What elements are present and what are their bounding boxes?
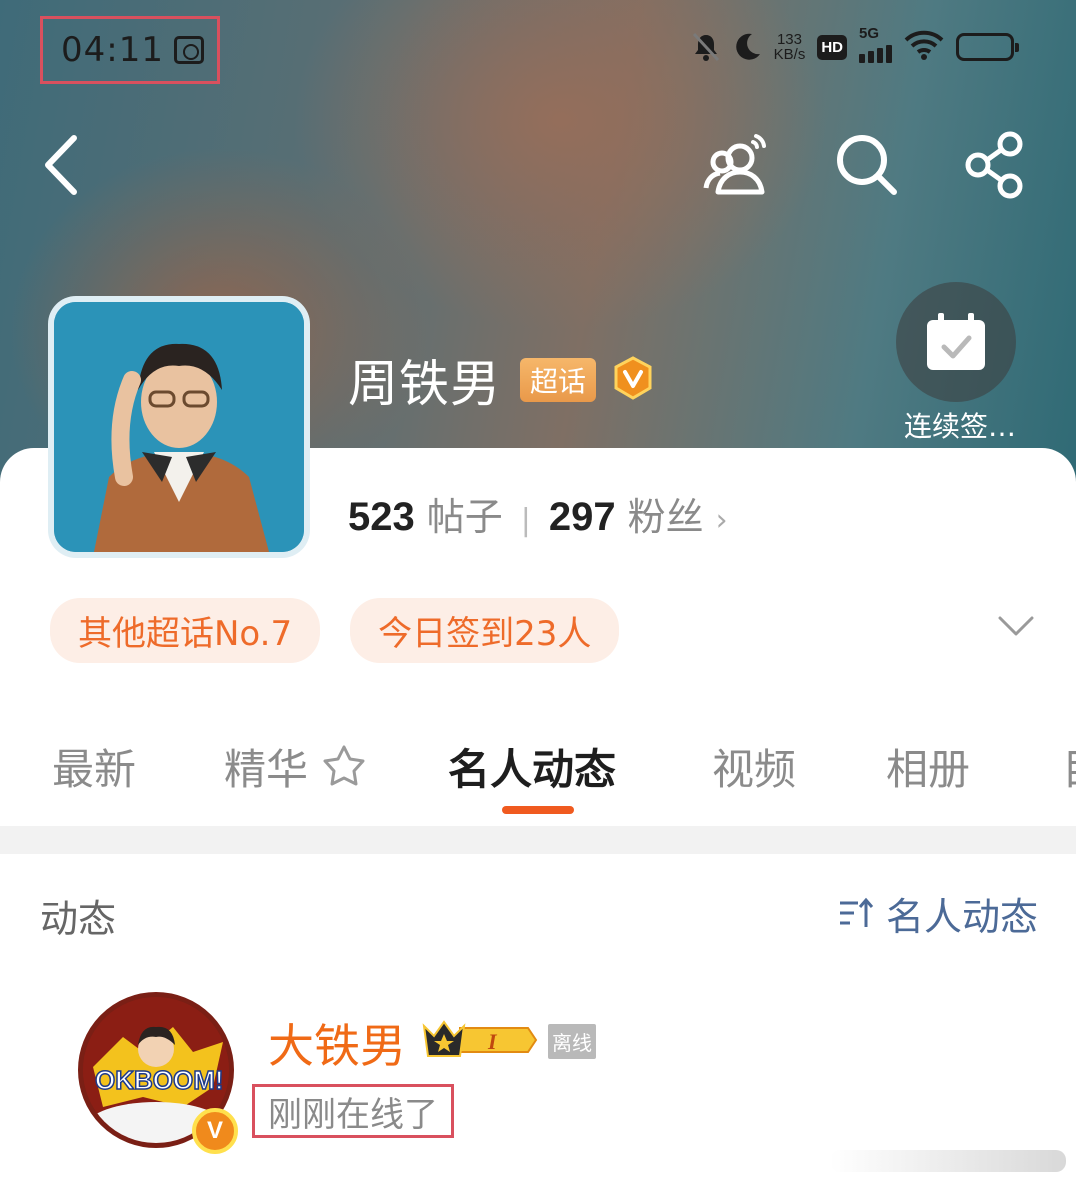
posts-count: 523 [348, 495, 415, 539]
checkin-button[interactable] [896, 282, 1016, 402]
wifi-icon [904, 30, 944, 64]
status-time: 04:11 [61, 30, 164, 70]
avatar-text: OKBOOM! [95, 1065, 224, 1095]
status-bar-icons: 133 KB/s HD 5G [692, 25, 1019, 64]
sort-label: 名人动态 [885, 895, 1038, 939]
checkin-count-tag[interactable]: 今日签到23人 [350, 598, 620, 663]
stats-divider: | [520, 503, 531, 538]
hd-badge: HD [817, 34, 847, 60]
sort-icon [839, 897, 874, 927]
signal-icon: 5G [859, 25, 892, 63]
network-speed-unit: KB/s [773, 46, 806, 63]
scroll-shadow [830, 1150, 1066, 1172]
user-level: I [487, 1029, 498, 1054]
people-chat-icon [703, 134, 766, 195]
posts-label: 帖子 [426, 495, 503, 539]
screen-record-icon [173, 36, 204, 64]
tab-featured-label: 精华 [224, 745, 309, 794]
tab-more[interactable]: 目 [1062, 736, 1076, 796]
topic-stats[interactable]: 523 帖子 | 297 粉丝 › [348, 486, 728, 541]
crown-level-badge: I [420, 1018, 540, 1062]
battery-icon [956, 33, 1019, 61]
tab-bar: 最新 精华 名人动态 视频 相册 目 [52, 736, 1076, 796]
section-title: 动态 [40, 897, 117, 941]
tab-featured[interactable]: 精华 [224, 736, 367, 796]
moon-icon [732, 32, 762, 62]
rank-tag[interactable]: 其他超话No.7 [50, 598, 321, 663]
fans-label: 粉丝 [627, 495, 704, 539]
person-portrait-icon [54, 302, 304, 552]
back-button[interactable] [38, 130, 88, 200]
verified-v-icon [612, 356, 654, 400]
expand-button[interactable] [996, 606, 1036, 646]
chevron-left-icon [45, 135, 77, 195]
verified-v-icon: V [192, 1108, 238, 1154]
group-chat-button[interactable] [700, 130, 770, 200]
mute-bell-icon [692, 32, 720, 62]
tab-album[interactable]: 相册 [886, 736, 970, 796]
online-status: 刚刚在线了 [252, 1084, 454, 1138]
section-divider [0, 826, 1076, 854]
tab-video[interactable]: 视频 [712, 736, 796, 796]
network-speed-value: 133 [776, 31, 802, 48]
active-tab-indicator [502, 806, 574, 814]
tab-celebrity[interactable]: 名人动态 [448, 736, 616, 796]
topic-name: 周铁男 [348, 355, 501, 413]
tab-latest[interactable]: 最新 [52, 736, 136, 796]
fans-count: 297 [548, 495, 616, 539]
network-speed: 133 KB/s [774, 32, 806, 62]
user-name[interactable]: 大铁男 [268, 1010, 406, 1076]
search-icon [837, 135, 897, 195]
super-topic-badge: 超话 [520, 358, 597, 402]
sort-button[interactable]: 名人动态 [838, 886, 1038, 941]
diamond-star-icon [323, 745, 365, 786]
topic-tags: 其他超话No.7 今日签到23人 [50, 598, 620, 663]
share-button[interactable] [962, 130, 1032, 200]
search-button[interactable] [832, 130, 902, 200]
chevron-down-icon [998, 616, 1034, 636]
share-icon [965, 131, 1023, 199]
topic-avatar[interactable] [48, 296, 310, 558]
calendar-check-icon [927, 313, 985, 370]
network-type: 5G [859, 25, 880, 42]
checkin-label[interactable]: 连续签… [880, 405, 1040, 445]
offline-badge: 离线 [548, 1024, 596, 1059]
chevron-right-icon: › [715, 503, 728, 538]
crown-icon: I [422, 1020, 538, 1057]
status-time-highlight: 04:11 [40, 16, 220, 84]
